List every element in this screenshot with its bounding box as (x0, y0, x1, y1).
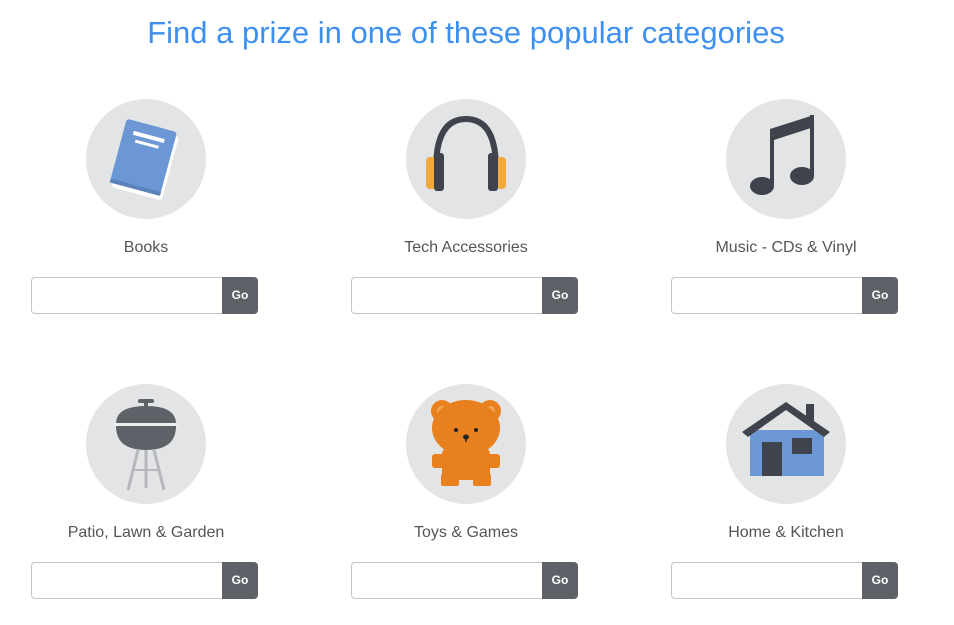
house-icon (726, 384, 846, 504)
search-input[interactable] (351, 562, 542, 599)
go-button[interactable]: Go (542, 562, 578, 599)
search-row: Go (351, 277, 579, 314)
search-row: Go (31, 277, 259, 314)
search-input[interactable] (351, 277, 542, 314)
search-row: Go (671, 562, 899, 599)
category-tech-accessories: Tech Accessories Go (351, 99, 591, 339)
category-label: Music - CDs & Vinyl (715, 239, 857, 256)
go-button[interactable]: Go (222, 562, 258, 599)
teddy-bear-icon (406, 384, 526, 504)
category-label: Toys & Games (413, 524, 519, 541)
search-row: Go (351, 562, 579, 599)
go-button[interactable]: Go (862, 562, 898, 599)
category-label: Home & Kitchen (728, 524, 844, 541)
go-button[interactable]: Go (862, 277, 898, 314)
search-input[interactable] (31, 277, 222, 314)
go-button[interactable]: Go (222, 277, 258, 314)
search-row: Go (31, 562, 259, 599)
category-label: Books (123, 239, 169, 256)
category-patio: Patio, Lawn & Garden Go (31, 384, 271, 624)
headphones-icon (406, 99, 526, 219)
category-label: Patio, Lawn & Garden (67, 524, 225, 541)
book-icon (86, 99, 206, 219)
category-grid: Books Go Tech Accessories Go Music - CDs… (0, 0, 954, 625)
category-home: Home & Kitchen Go (671, 384, 911, 624)
grill-icon (86, 384, 206, 504)
category-books: Books Go (31, 99, 271, 339)
search-input[interactable] (671, 277, 862, 314)
search-input[interactable] (31, 562, 222, 599)
music-note-icon (726, 99, 846, 219)
category-toys: Toys & Games Go (351, 384, 591, 624)
search-input[interactable] (671, 562, 862, 599)
go-button[interactable]: Go (542, 277, 578, 314)
category-music: Music - CDs & Vinyl Go (671, 99, 911, 339)
category-label: Tech Accessories (404, 239, 528, 256)
search-row: Go (671, 277, 899, 314)
